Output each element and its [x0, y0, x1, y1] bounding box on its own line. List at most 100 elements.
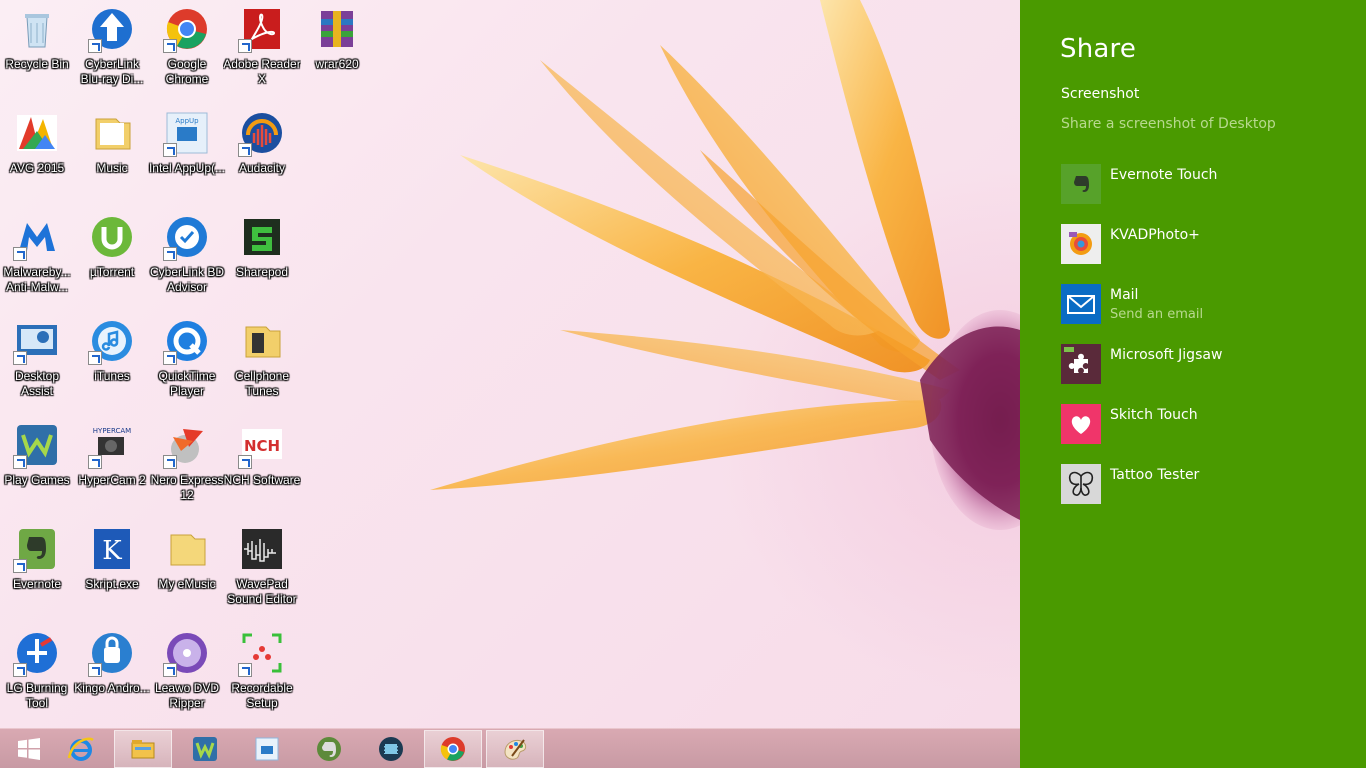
desktop-icon-label: Nero Express 12 [150, 473, 224, 502]
desktop-icon-label: NCH Software [223, 473, 301, 487]
shortcut-arrow-icon [13, 351, 27, 365]
desktop-icon-label: Leawo DVD Ripper [154, 681, 220, 710]
skript-icon: K [88, 525, 136, 573]
shortcut-arrow-icon [238, 455, 252, 469]
mail-icon [1061, 284, 1101, 324]
music-folder-icon [88, 109, 136, 157]
desktop-icon-intel-appup[interactable]: AppUp Intel AppUp(... [148, 104, 226, 204]
share-app-mail[interactable]: Mail Send an email [1061, 284, 1351, 328]
desktop-icon-play-games[interactable]: Play Games [0, 416, 74, 516]
desktop-icon-label: Play Games [4, 473, 70, 487]
svg-text:K: K [102, 536, 122, 566]
desktop[interactable]: Recycle Bin CyberLink Blu-ray Di... Google… [0, 0, 1020, 728]
desktop-icon-label: Google Chrome [165, 57, 209, 86]
file-explorer-icon[interactable] [114, 730, 172, 768]
desktop-icon-label: iTunes [94, 369, 130, 383]
desktop-icon-sharepod[interactable]: Sharepod [225, 208, 299, 308]
media-player-taskbar-icon[interactable] [362, 730, 420, 768]
desktop-icon-label: WavePad Sound Editor [227, 577, 297, 606]
desktop-icon-wavepad[interactable]: WavePad Sound Editor [225, 520, 299, 620]
desktop-icon-utorrent[interactable]: µTorrent [75, 208, 149, 308]
share-app-description: Send an email [1110, 307, 1204, 322]
shortcut-arrow-icon [238, 663, 252, 677]
cyberlink-bd-advisor-icon [163, 213, 211, 261]
desktop-icon-evernote[interactable]: Evernote [0, 520, 74, 620]
nch-software-icon: NCH [238, 421, 286, 469]
desktop-icon-label: µTorrent [89, 265, 135, 279]
desktop-icon-winrar[interactable]: wrar620 [300, 0, 374, 100]
desktop-icon-label: Kingo Andro... [74, 681, 150, 695]
desktop-icon-label: QuickTime Player [158, 369, 216, 398]
desktop-icon-lg-burning-tool[interactable]: LG Burning Tool [0, 624, 74, 724]
desktop-icon-recycle-bin[interactable]: Recycle Bin [0, 0, 74, 100]
share-app-microsoft-jigsaw[interactable]: Microsoft Jigsaw [1061, 344, 1351, 388]
emusic-folder-icon [163, 525, 211, 573]
evernote-icon [13, 525, 61, 573]
recycle-bin-icon [13, 5, 61, 53]
share-app-name: Evernote Touch [1110, 167, 1218, 183]
intel-appup-taskbar-icon[interactable] [238, 730, 296, 768]
chrome-taskbar-icon[interactable] [424, 730, 482, 768]
desktop-icon-malwarebytes[interactable]: Malwareby... Anti-Malw... [0, 208, 74, 308]
share-app-name: KVADPhoto+ [1110, 227, 1200, 243]
shortcut-arrow-icon [163, 247, 177, 261]
shortcut-arrow-icon [163, 663, 177, 677]
share-app-tattoo-tester[interactable]: Tattoo Tester [1061, 464, 1351, 508]
desktop-icon-emusic-folder[interactable]: My eMusic [150, 520, 224, 620]
desktop-icon-cyberlink-bd-advisor[interactable]: CyberLink BD Advisor [150, 208, 224, 308]
shortcut-arrow-icon [88, 351, 102, 365]
leawo-dvd-ripper-icon [163, 629, 211, 677]
chrome-icon [163, 5, 211, 53]
desktop-icon-label: Evernote [12, 577, 62, 591]
desktop-icon-avg[interactable]: AVG 2015 [0, 104, 74, 204]
desktop-icon-cyberlink-bluray[interactable]: CyberLink Blu-ray Di... [75, 0, 149, 100]
share-charm: Share Screenshot Share a screenshot of D… [1020, 0, 1366, 768]
desktop-icon-music-folder[interactable]: Music [75, 104, 149, 204]
windows-start-icon[interactable] [0, 730, 58, 768]
desktop-icon-label: CyberLink BD Advisor [149, 265, 225, 294]
recordable-setup-icon [238, 629, 286, 677]
tattoo-tester-icon [1061, 464, 1101, 504]
internet-explorer-icon[interactable] [52, 730, 110, 768]
nero-express-icon [163, 421, 211, 469]
desktop-icon-label: Malwareby... Anti-Malw... [3, 265, 71, 294]
desktop-icon-label: Sharepod [235, 265, 289, 279]
desktop-icon-leawo-dvd-ripper[interactable]: Leawo DVD Ripper [150, 624, 224, 724]
desktop-icon-quicktime[interactable]: QuickTime Player [150, 312, 224, 412]
desktop-icon-itunes[interactable]: iTunes [75, 312, 149, 412]
share-title: Share [1060, 34, 1137, 64]
share-content-type: Screenshot [1061, 86, 1140, 102]
shortcut-arrow-icon [238, 143, 252, 157]
desktop-icon-cellphone-tunes-folder[interactable]: Cellphone Tunes [225, 312, 299, 412]
share-app-kvadphoto[interactable]: KVADPhoto+ [1061, 224, 1351, 268]
desktop-icon-kingo-android[interactable]: Kingo Andro... [74, 624, 150, 724]
shortcut-arrow-icon [163, 39, 177, 53]
desktop-icon-label: Audacity [238, 161, 286, 175]
desktop-icon-recordable-setup[interactable]: Recordable Setup [225, 624, 299, 724]
shortcut-arrow-icon [88, 663, 102, 677]
desktop-icon-label: Skript.exe [85, 577, 139, 591]
desktop-icon-nch-software[interactable]: NCH NCH Software [223, 416, 301, 516]
desktop-icon-label: HyperCam 2 [78, 473, 146, 487]
avg-icon [13, 109, 61, 157]
paint-taskbar-icon[interactable] [486, 730, 544, 768]
evernote-taskbar-icon[interactable] [300, 730, 358, 768]
desktop-icon-chrome[interactable]: Google Chrome [150, 0, 224, 100]
desktop-icon-desktop-assist[interactable]: Desktop Assist [0, 312, 74, 412]
adobe-reader-icon [238, 5, 286, 53]
share-app-evernote-touch[interactable]: Evernote Touch [1061, 164, 1351, 208]
svg-text:AppUp: AppUp [175, 117, 199, 125]
desktop-icon-hypercam[interactable]: HYPERCAM HyperCam 2 [75, 416, 149, 516]
desktop-icon-label: Cellphone Tunes [234, 369, 290, 398]
desktop-icon-skript[interactable]: K Skript.exe [75, 520, 149, 620]
shortcut-arrow-icon [13, 663, 27, 677]
hypercam-icon: HYPERCAM [88, 421, 136, 469]
share-app-skitch-touch[interactable]: Skitch Touch [1061, 404, 1351, 448]
desktop-icon-audacity[interactable]: Audacity [225, 104, 299, 204]
desktop-icon-adobe-reader[interactable]: Adobe Reader X [223, 0, 301, 100]
evernote-touch-icon [1061, 164, 1101, 204]
play-games-taskbar-icon[interactable] [176, 730, 234, 768]
desktop-icon-nero-express[interactable]: Nero Express 12 [150, 416, 224, 516]
desktop-icon-label: LG Burning Tool [6, 681, 68, 710]
desktop-icon-label: Intel AppUp(... [148, 161, 226, 175]
